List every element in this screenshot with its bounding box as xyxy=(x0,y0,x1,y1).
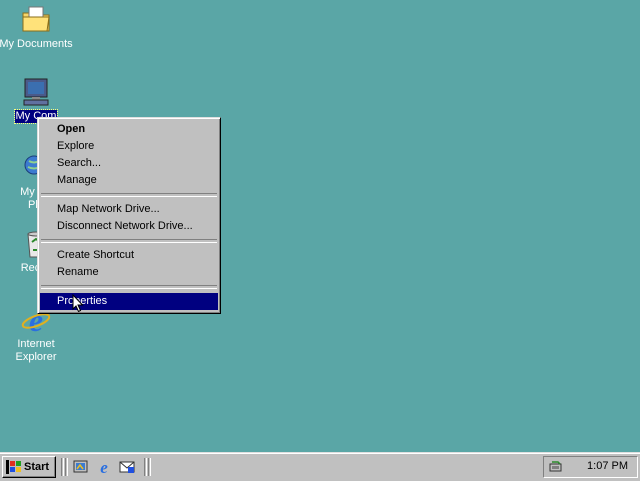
mouse-cursor-icon xyxy=(72,293,84,316)
outlook-icon[interactable] xyxy=(119,459,135,475)
start-button[interactable]: Start xyxy=(2,456,56,478)
desktop-icon-label: My Documents xyxy=(0,38,73,50)
taskbar-clock[interactable]: 1:07 PM xyxy=(587,460,628,472)
menu-separator xyxy=(41,193,217,197)
svg-text:e: e xyxy=(100,459,108,475)
taskbar-grip[interactable] xyxy=(148,458,151,476)
start-label: Start xyxy=(24,461,50,473)
taskbar-grip[interactable] xyxy=(65,458,68,476)
ie-icon[interactable]: e xyxy=(96,458,112,477)
menu-item-explore[interactable]: Explore xyxy=(40,138,218,155)
taskbar: Start e 1:07 PM xyxy=(0,452,640,481)
desktop-icon-my-documents[interactable]: My Documents xyxy=(0,4,74,51)
desktop-icon-my-computer[interactable]: My Com xyxy=(0,76,74,124)
windows-logo-icon xyxy=(6,460,22,474)
tray-volume-icon[interactable] xyxy=(548,459,564,475)
menu-separator xyxy=(41,239,217,243)
system-tray: 1:07 PM xyxy=(543,456,638,478)
menu-item-map-network-drive[interactable]: Map Network Drive... xyxy=(40,201,218,218)
context-menu: Open Explore Search... Manage Map Networ… xyxy=(37,117,221,314)
menu-item-create-shortcut[interactable]: Create Shortcut xyxy=(40,247,218,264)
desktop-icon-label: Internet Explorer xyxy=(15,338,57,363)
folder-icon xyxy=(20,4,52,36)
taskbar-grip[interactable] xyxy=(61,458,64,476)
menu-item-rename[interactable]: Rename xyxy=(40,264,218,281)
menu-item-search[interactable]: Search... xyxy=(40,155,218,172)
menu-item-open[interactable]: Open xyxy=(40,121,218,138)
taskbar-grip[interactable] xyxy=(144,458,147,476)
computer-icon xyxy=(20,76,52,108)
show-desktop-icon[interactable] xyxy=(73,459,89,475)
menu-separator xyxy=(41,285,217,289)
menu-item-manage[interactable]: Manage xyxy=(40,172,218,189)
menu-item-disconnect-network-drive[interactable]: Disconnect Network Drive... xyxy=(40,218,218,235)
menu-item-properties[interactable]: Properties xyxy=(40,293,218,310)
